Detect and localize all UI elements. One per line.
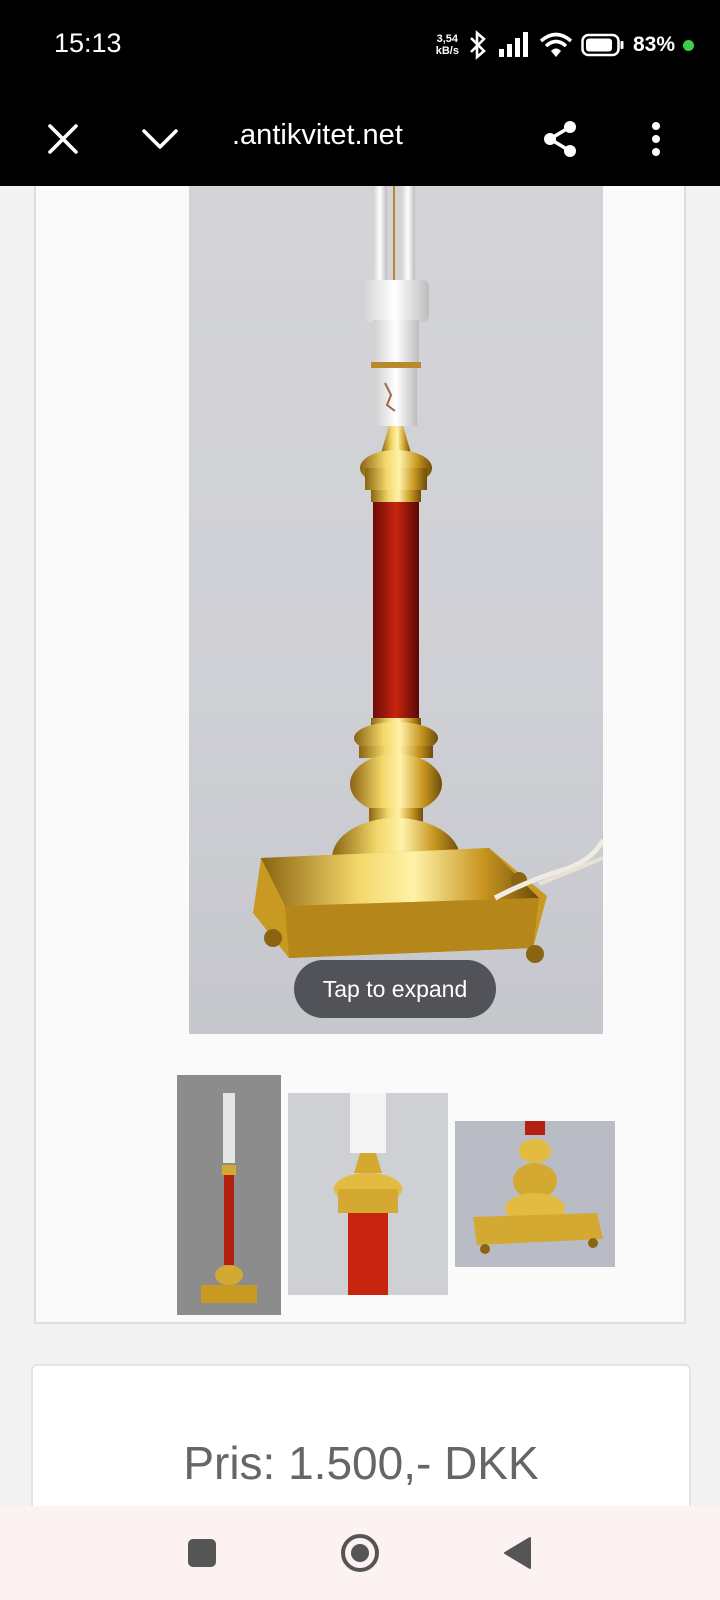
- brass-lamp-illustration: [253, 186, 603, 963]
- battery-icon: [581, 33, 624, 57]
- privacy-indicator-dot: [683, 39, 694, 51]
- minimize-button[interactable]: [130, 109, 190, 169]
- home-button[interactable]: [335, 1528, 385, 1578]
- status-bar: 15:13 3,54 kB/s 83%: [0, 0, 720, 92]
- thumbnail-image: [455, 1121, 615, 1267]
- price-card: Pris: 1.500,- DKK: [31, 1364, 691, 1506]
- status-icons: 3,54 kB/s 83%: [436, 28, 694, 62]
- thumbnail-lamp-top[interactable]: [288, 1093, 448, 1295]
- more-vert-icon: [652, 122, 660, 156]
- page-url[interactable]: .antikvitet.net: [232, 119, 403, 152]
- square-icon: [188, 1539, 216, 1567]
- thumbnail-full-lamp[interactable]: [177, 1075, 281, 1315]
- more-options-button[interactable]: [626, 109, 686, 169]
- product-gallery: Tap to expand: [34, 186, 686, 1324]
- thumbnail-image: [288, 1093, 448, 1295]
- recents-button[interactable]: [177, 1528, 227, 1578]
- back-button[interactable]: [493, 1528, 543, 1578]
- system-navigation-bar: [0, 1506, 720, 1600]
- main-product-image[interactable]: [189, 186, 603, 1034]
- network-speed: 3,54 kB/s: [436, 33, 459, 57]
- price-label: Pris: 1.500,- DKK: [183, 1437, 539, 1489]
- status-time: 15:13: [54, 28, 122, 58]
- back-triangle-icon: [504, 1537, 531, 1569]
- close-icon: [48, 124, 78, 154]
- close-button[interactable]: [33, 109, 93, 169]
- tap-to-expand-chip[interactable]: Tap to expand: [294, 960, 496, 1018]
- network-speed-value: 3,54: [436, 33, 459, 45]
- web-content: Tap to expand Pris: 1.500,- DKK: [0, 186, 720, 1506]
- thumbnail-image: [177, 1075, 281, 1315]
- circle-icon: [341, 1534, 379, 1572]
- share-button[interactable]: [530, 109, 590, 169]
- thumbnail-lamp-base[interactable]: [455, 1121, 615, 1267]
- network-speed-unit: kB/s: [435, 45, 459, 57]
- battery-percent: 83%: [632, 33, 675, 56]
- share-icon: [544, 121, 576, 157]
- chevron-down-icon: [142, 129, 178, 149]
- signal-icon: [498, 32, 528, 57]
- bluetooth-icon: [470, 30, 486, 60]
- wifi-icon: [539, 32, 573, 57]
- custom-tab-toolbar: .antikvitet.net: [0, 92, 720, 186]
